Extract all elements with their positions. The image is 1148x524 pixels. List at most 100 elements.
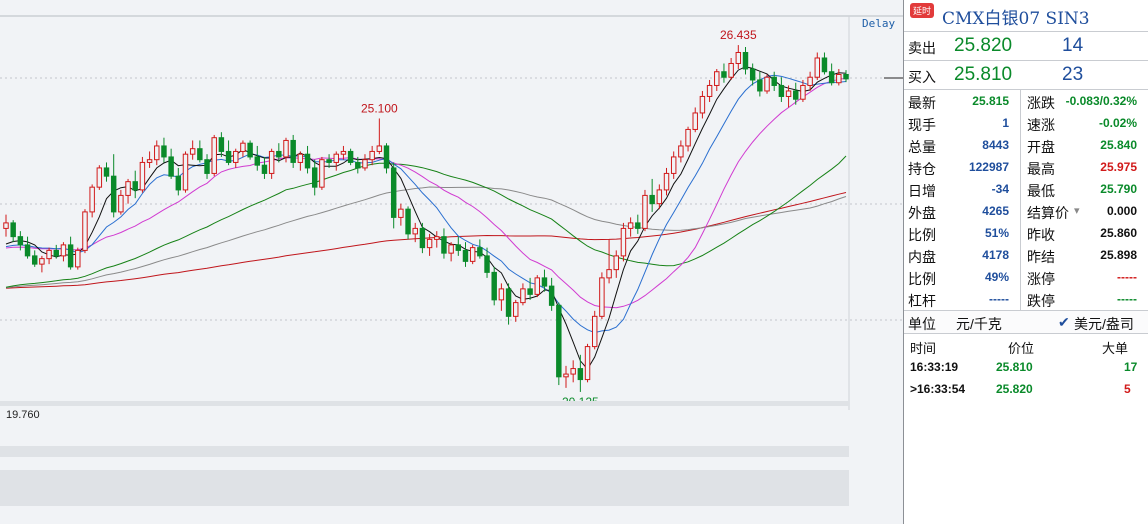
candle-body [67,244,74,268]
candle-body [268,150,275,174]
candle-body [699,95,706,114]
candle-body [577,368,584,381]
candle-body [125,181,131,196]
candle-body [785,90,792,97]
stat-label: 内盘 [908,249,936,265]
stats-row: 现手 1 速涨 -0.02% [904,112,1148,134]
candle-body [771,76,777,86]
stat-value: ----- [1117,292,1137,306]
stat-label: 昨收 [1027,227,1055,243]
candle-body [197,148,203,161]
candle-body [828,71,835,84]
currency-toggle[interactable]: 美元/盎司 [1074,314,1134,334]
stats-row: 比例 49% 涨停 ----- [904,266,1148,288]
dropdown-arrow-icon[interactable]: ▾ [1074,204,1080,217]
quote-panel: 延时 CMX白银07 SIN3 卖出 25.820 14 买入 25.810 2… [903,0,1148,524]
candle-body [60,244,67,257]
candle-body [491,271,497,301]
trade-row[interactable]: >16:33:54 25.820 5 [904,378,1148,400]
candle-body [721,71,727,78]
trades-list: 16:33:19 25.810 17 >16:33:54 25.820 5 [904,356,1148,400]
stat-value: ----- [989,292,1009,306]
candle-body [620,227,627,257]
candle-body [692,112,698,130]
candle-body [254,156,261,166]
stat-value: 25.840 [1100,138,1137,152]
quote-title-row: 延时 CMX白银07 SIN3 [904,0,1148,32]
candle-body [17,236,24,246]
trades-header: 时间 价位 大单 [904,334,1148,356]
candle-body [685,128,691,147]
candle-body [146,159,153,163]
stat-label: 最高 [1027,161,1055,177]
candle-body [261,164,268,174]
candle-body [627,222,634,229]
candle-body [355,161,361,169]
stat-label: 持仓 [908,161,936,177]
candle-body [527,288,533,295]
contract-title: CMX白银07 SIN3 [942,9,1090,29]
stats-row: 最新 25.815 涨跌 -0.083/0.32% [904,90,1148,112]
candle-body [757,79,763,92]
stat-value: 1 [1002,116,1009,130]
local-high-label: 25.100 [361,101,398,115]
stat-label: 日增 [908,183,936,199]
stat-label: 最低 [1027,183,1055,199]
candle-body [520,288,526,304]
stat-label: 涨停 [1027,271,1055,287]
candle-body [369,150,375,161]
buy-price: 25.810 [954,64,1013,85]
checkmark-icon[interactable]: ✔ [1058,314,1070,331]
delay-label: Delay [862,17,896,30]
candle-body [821,57,828,73]
stats-row: 总量 8443 开盘 25.840 [904,134,1148,156]
axis-low-label: 19.760 [6,409,40,421]
stat-value: 0.000 [1106,204,1137,218]
stat-label: 跌停 [1027,293,1055,309]
candle-body [807,76,813,86]
candle-body [548,285,555,306]
candle-body [742,51,749,70]
candle-body [103,167,110,177]
candle-body [347,150,354,163]
delay-badge: 延时 [910,3,935,18]
candle-body [484,255,490,273]
unit-value[interactable]: 元/千克 [956,314,1002,334]
candle-body [706,84,713,97]
candle-body [498,288,505,301]
candle-body [161,145,167,158]
candle-body [96,167,103,188]
stat-value: 8443 [982,138,1009,152]
candle-body [663,172,670,191]
stats-row: 比例 51% 昨收 25.860 [904,222,1148,244]
stat-value: 25.790 [1100,182,1137,196]
trades-price-header: 价位 [1008,341,1035,356]
trade-row[interactable]: 16:33:19 25.810 17 [904,356,1148,378]
candle-body [154,145,160,161]
candle-body [311,167,318,188]
candle-body [843,73,849,80]
stats-row: 外盘 4265 结算价 0.000 ▾ [904,200,1148,222]
stat-value: 51% [984,226,1009,240]
candle-body [778,84,785,97]
candle-body [649,194,655,205]
candle-body [455,244,462,251]
trade-price: 25.820 [996,382,1033,396]
candle-body [362,159,368,169]
candle-body [419,227,426,249]
candle-body [448,244,454,254]
candle-body [656,189,663,205]
trade-time: 16:33:19 [910,360,959,374]
candlestick-chart-area[interactable]: 26.43525.10020.12519.760 Delay [0,0,903,524]
candle-body [793,90,799,100]
stat-value: 4265 [982,204,1009,218]
stat-label: 涨跌 [1027,95,1055,111]
candle-body [175,175,182,191]
candle-body [24,244,31,257]
candle-body [240,142,246,152]
buy-quote-row: 买入 25.810 23 [904,61,1148,90]
candle-body [735,51,742,64]
candle-body [814,57,821,78]
candle-body [82,211,88,251]
stat-label: 速涨 [1027,117,1055,133]
